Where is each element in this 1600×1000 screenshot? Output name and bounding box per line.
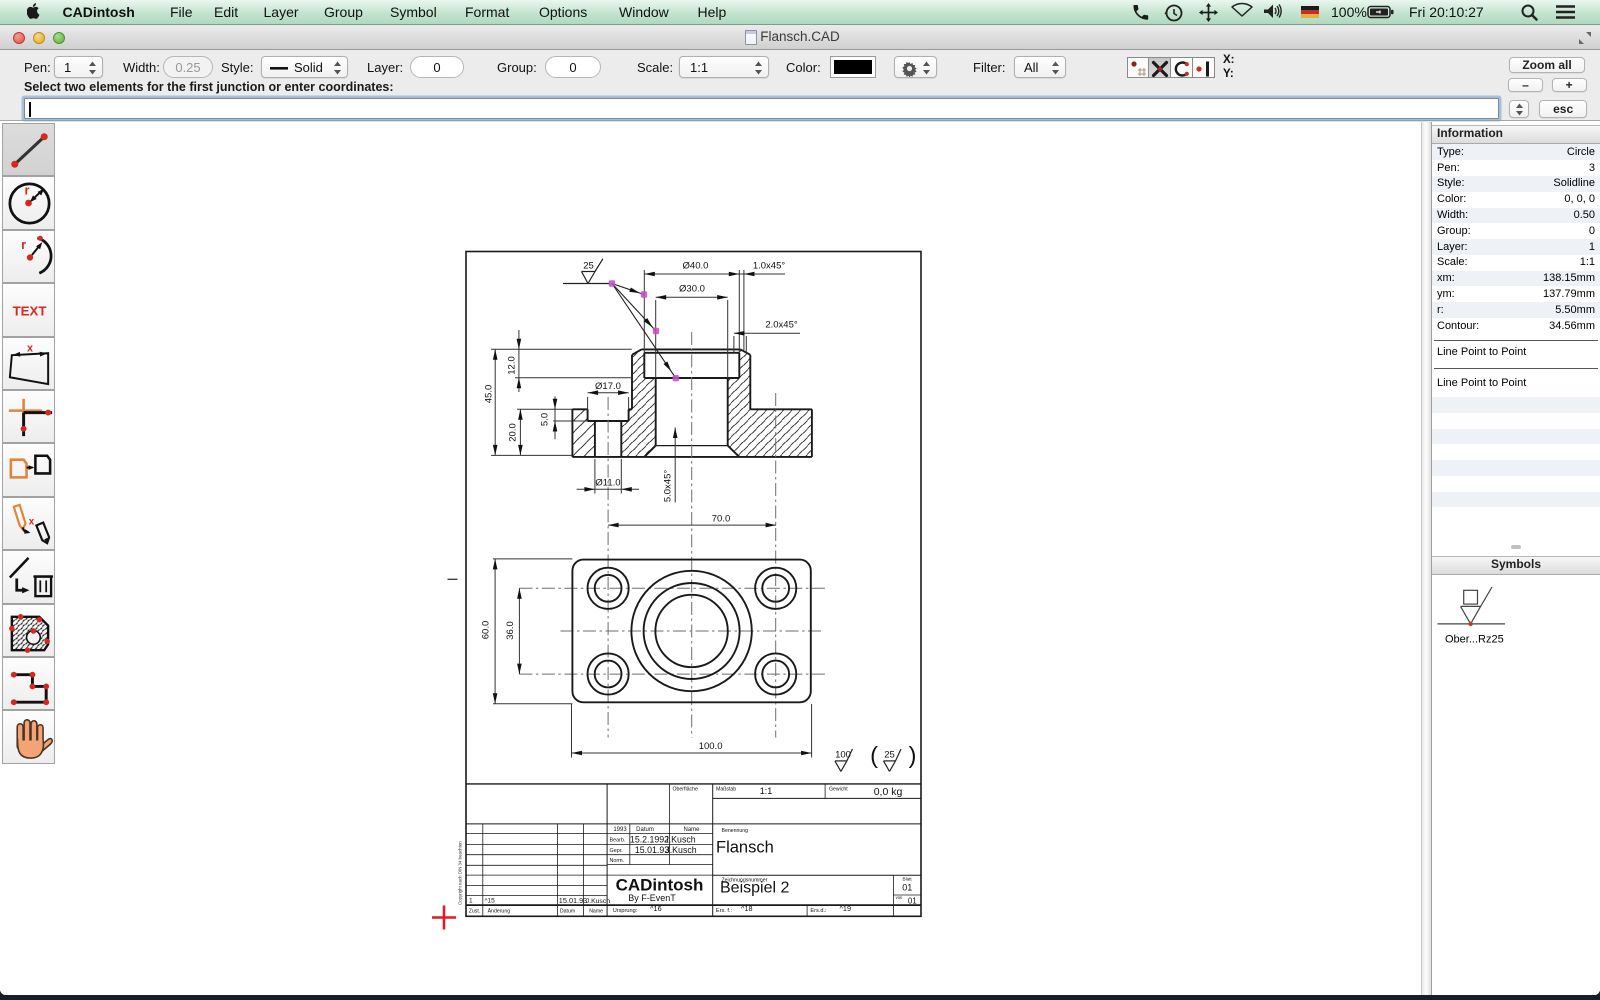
svg-text:25: 25 bbox=[884, 750, 895, 761]
svg-text:Maßstab: Maßstab bbox=[716, 787, 736, 793]
svg-text:36.0: 36.0 bbox=[505, 621, 516, 640]
svg-text:Ers. f.:: Ers. f.: bbox=[716, 908, 733, 914]
svg-text:1993: 1993 bbox=[613, 827, 627, 833]
svg-text:Blatt: Blatt bbox=[903, 877, 913, 882]
svg-text:70.0: 70.0 bbox=[712, 513, 731, 524]
svg-text:Datum: Datum bbox=[560, 908, 575, 914]
svg-text:): ) bbox=[909, 742, 917, 768]
svg-text:Gewicht: Gewicht bbox=[829, 787, 848, 793]
svg-text:^16: ^16 bbox=[650, 904, 662, 913]
svg-text:5.0: 5.0 bbox=[540, 413, 551, 426]
svg-text:J.Kusch: J.Kusch bbox=[586, 898, 610, 905]
svg-text:(: ( bbox=[870, 742, 878, 768]
svg-text:Änderung: Änderung bbox=[488, 907, 511, 914]
svg-text:TEXT: TEXT bbox=[12, 304, 46, 319]
svg-text:Ers.d.:: Ers.d.: bbox=[810, 908, 827, 914]
svg-text:J.Kusch: J.Kusch bbox=[664, 835, 695, 845]
svg-text:Oberfläche: Oberfläche bbox=[673, 787, 698, 793]
svg-text:Datum: Datum bbox=[636, 827, 654, 833]
svg-text:1: 1 bbox=[469, 898, 473, 905]
svg-text:^18: ^18 bbox=[741, 904, 753, 913]
svg-text:15.01.93: 15.01.93 bbox=[635, 845, 669, 855]
svg-text:15.2.1992: 15.2.1992 bbox=[630, 835, 669, 845]
svg-text:Gepr.: Gepr. bbox=[610, 848, 623, 854]
svg-text:Copyright nach DIN 34 beachten: Copyright nach DIN 34 beachten bbox=[458, 841, 463, 905]
svg-text:Norm.: Norm. bbox=[610, 858, 625, 864]
svg-text:By F-EvenT: By F-EvenT bbox=[628, 893, 676, 903]
svg-text:Beispiel 2: Beispiel 2 bbox=[720, 879, 789, 896]
svg-text:Ober...Rz25: Ober...Rz25 bbox=[1445, 634, 1504, 646]
svg-text:Benennung: Benennung bbox=[722, 828, 749, 834]
svg-text:100: 100 bbox=[835, 750, 851, 761]
svg-text:Flansch: Flansch bbox=[716, 838, 774, 856]
svg-text:J.Kusch: J.Kusch bbox=[665, 845, 696, 855]
svg-text:Zust.: Zust. bbox=[469, 908, 481, 914]
svg-text:01: 01 bbox=[902, 883, 912, 893]
svg-text:45.0: 45.0 bbox=[484, 385, 495, 404]
svg-text:x: x bbox=[28, 516, 34, 527]
svg-text:1:1: 1:1 bbox=[760, 786, 773, 796]
svg-text:Ø11.0: Ø11.0 bbox=[595, 478, 620, 489]
svg-text:20.0: 20.0 bbox=[508, 423, 519, 442]
svg-text:100.0: 100.0 bbox=[699, 741, 723, 752]
svg-text:01: 01 bbox=[908, 896, 917, 905]
svg-text:r: r bbox=[21, 237, 26, 252]
svg-text:x: x bbox=[26, 342, 32, 354]
svg-text:^19: ^19 bbox=[840, 904, 852, 913]
svg-text:r: r bbox=[24, 183, 29, 198]
svg-text:2.0x45°: 2.0x45° bbox=[765, 320, 798, 331]
svg-text:Name: Name bbox=[683, 827, 700, 833]
svg-text:25: 25 bbox=[583, 260, 594, 271]
svg-text:Ø30.0: Ø30.0 bbox=[679, 284, 705, 295]
svg-text:Bearb.: Bearb. bbox=[610, 838, 626, 844]
svg-text:von: von bbox=[896, 895, 903, 900]
svg-text:Ø40.0: Ø40.0 bbox=[683, 260, 709, 271]
svg-text:Ø17.0: Ø17.0 bbox=[595, 381, 621, 392]
svg-text:5.0x45°: 5.0x45° bbox=[663, 470, 674, 503]
svg-text:Ursprung:: Ursprung: bbox=[613, 908, 638, 914]
svg-text:CADintosh: CADintosh bbox=[616, 876, 704, 895]
svg-text:60.0: 60.0 bbox=[481, 621, 492, 640]
svg-text:12.0: 12.0 bbox=[507, 356, 518, 375]
svg-text:1.0x45°: 1.0x45° bbox=[753, 260, 786, 271]
svg-text:0,0 kg: 0,0 kg bbox=[874, 786, 903, 798]
svg-text:^15: ^15 bbox=[485, 898, 496, 905]
svg-text:Name: Name bbox=[589, 908, 603, 914]
svg-text:15.01.93: 15.01.93 bbox=[559, 896, 587, 905]
